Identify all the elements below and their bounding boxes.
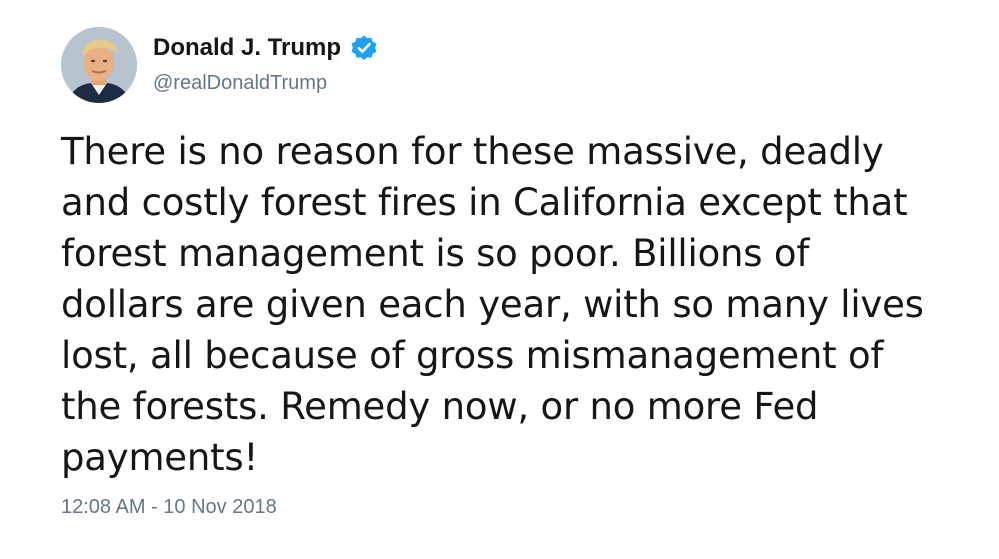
tweet-text-line: There is no reason for these massive, de… [61,130,884,173]
tweet-text-line: dollars are given each year, with so man… [61,283,924,326]
tweet-text-line: forest management is so poor. Billions o… [61,232,810,275]
author-display-name[interactable]: Donald J. Trump [153,34,341,62]
tweet-card: Donald J. Trump @realDonaldTrump There i… [0,0,999,559]
verified-badge-icon [350,34,378,62]
tweet-text-line: and costly forest fires in California ex… [61,181,908,224]
profile-photo-icon [61,27,137,103]
tweet-text-line: the forests. Remedy now, or no more Fed [61,385,819,428]
tweet-timestamp[interactable]: 12:08 AM - 10 Nov 2018 [61,496,277,519]
avatar[interactable] [61,27,137,103]
tweet-text: There is no reason for these massive, de… [61,126,961,483]
tweet-text-line: payments! [61,436,259,479]
tweet-text-line: lost, all because of gross mismanagement… [61,334,884,377]
author-handle[interactable]: @realDonaldTrump [153,72,327,95]
author-name-row[interactable]: Donald J. Trump [153,32,378,64]
